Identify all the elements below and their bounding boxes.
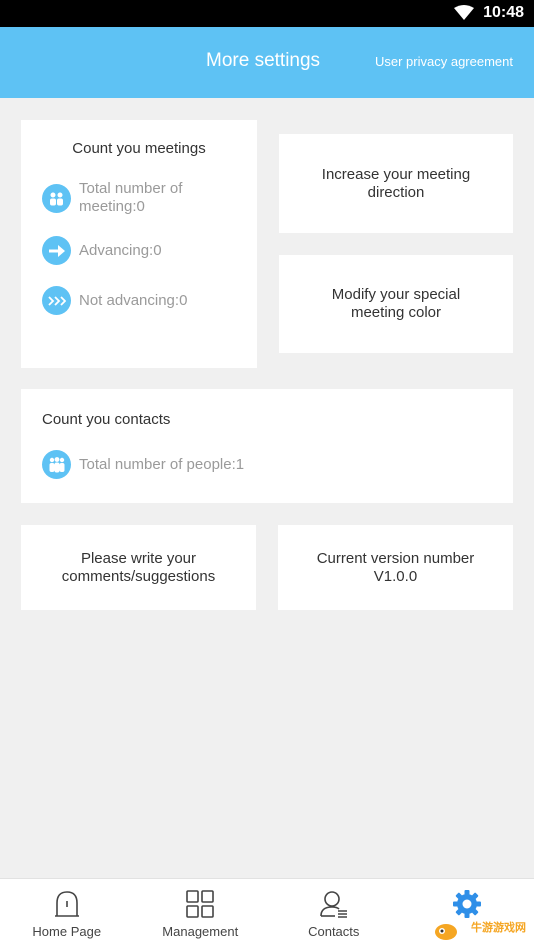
not-advancing-stat: Not advancing:0 [42, 286, 187, 315]
watermark-text: 牛游游戏网 [471, 922, 526, 934]
meeting-color-label: Modify your special meeting color [331, 286, 461, 321]
watermark-logo-icon [435, 924, 457, 940]
total-people-stat: Total number of people:1 [42, 450, 244, 479]
bottom-tab-bar: Home Page Management Contacts [0, 878, 534, 949]
tab-management[interactable]: Management [134, 879, 268, 949]
contacts-stats-card: Count you contacts Total number of peopl… [21, 389, 513, 503]
meeting-color-card[interactable]: Modify your special meeting color [279, 255, 513, 353]
gear-icon [453, 890, 482, 918]
page-title: More settings [206, 50, 321, 71]
status-time: 10:48 [483, 4, 524, 21]
not-advancing-text: Not advancing:0 [79, 291, 188, 309]
tab-settings[interactable] [401, 879, 534, 949]
tab-contacts-label: Contacts [308, 924, 360, 939]
tab-home-page[interactable]: Home Page [0, 879, 134, 949]
advancing-text: Advancing:0 [79, 241, 162, 259]
tab-management-label: Management [162, 924, 239, 939]
arrow-right-icon [42, 236, 71, 265]
meetings-card-title: Count you meetings [72, 140, 206, 157]
total-people-text: Total number of people:1 [79, 455, 245, 473]
people-icon [42, 450, 71, 479]
tab-contacts[interactable]: Contacts [267, 879, 401, 949]
meeting-direction-card[interactable]: Increase your meeting direction [279, 134, 513, 233]
feedback-card[interactable]: Please write your comments/suggestions [21, 525, 256, 610]
meetings-stats-card: Count you meetings Total number of meeti… [21, 120, 257, 368]
wifi-icon [454, 5, 474, 20]
triple-chevron-icon [42, 286, 71, 315]
privacy-agreement-link[interactable]: User privacy agreement [375, 54, 513, 69]
total-meetings-text: Total number of meeting:0 [79, 180, 183, 215]
contacts-card-title: Count you contacts [42, 411, 171, 428]
status-bar: 10:48 [0, 0, 534, 27]
people-group-icon [42, 183, 71, 213]
contacts-icon [319, 891, 347, 918]
tab-home-label: Home Page [32, 924, 102, 939]
version-card[interactable]: Current version number V1.0.0 [278, 525, 513, 610]
meeting-direction-label: Increase your meeting direction [321, 165, 471, 201]
version-label: Current version number V1.0.0 [316, 549, 475, 585]
advancing-stat: Advancing:0 [42, 236, 162, 265]
feedback-label: Please write your comments/suggestions [61, 549, 216, 585]
total-meetings-stat: Total number of meeting:0 [42, 180, 182, 216]
app-header: More settings User privacy agreement [0, 27, 534, 98]
grid-icon [186, 890, 215, 918]
home-icon [54, 891, 79, 917]
